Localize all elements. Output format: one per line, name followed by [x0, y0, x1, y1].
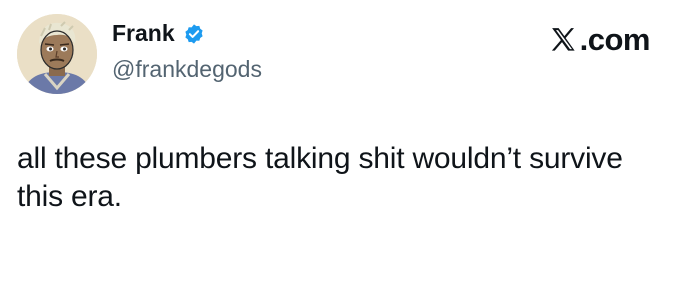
author-handle[interactable]: @frankdegods	[112, 58, 262, 81]
verified-badge-icon	[183, 23, 205, 45]
cartoon-avatar-icon	[17, 14, 97, 94]
tweet-text: all these plumbers talking shit wouldn’t…	[17, 142, 623, 213]
x-logo-icon	[549, 25, 579, 55]
brand-domain-suffix: .com	[579, 22, 651, 57]
author-display-name[interactable]: Frank	[112, 22, 175, 45]
avatar[interactable]	[17, 14, 97, 94]
x-com-watermark: .com	[549, 22, 651, 57]
tweet-card: Frank @frankdegods .com all these plumbe…	[0, 0, 680, 282]
author-name-row: Frank	[112, 22, 205, 45]
